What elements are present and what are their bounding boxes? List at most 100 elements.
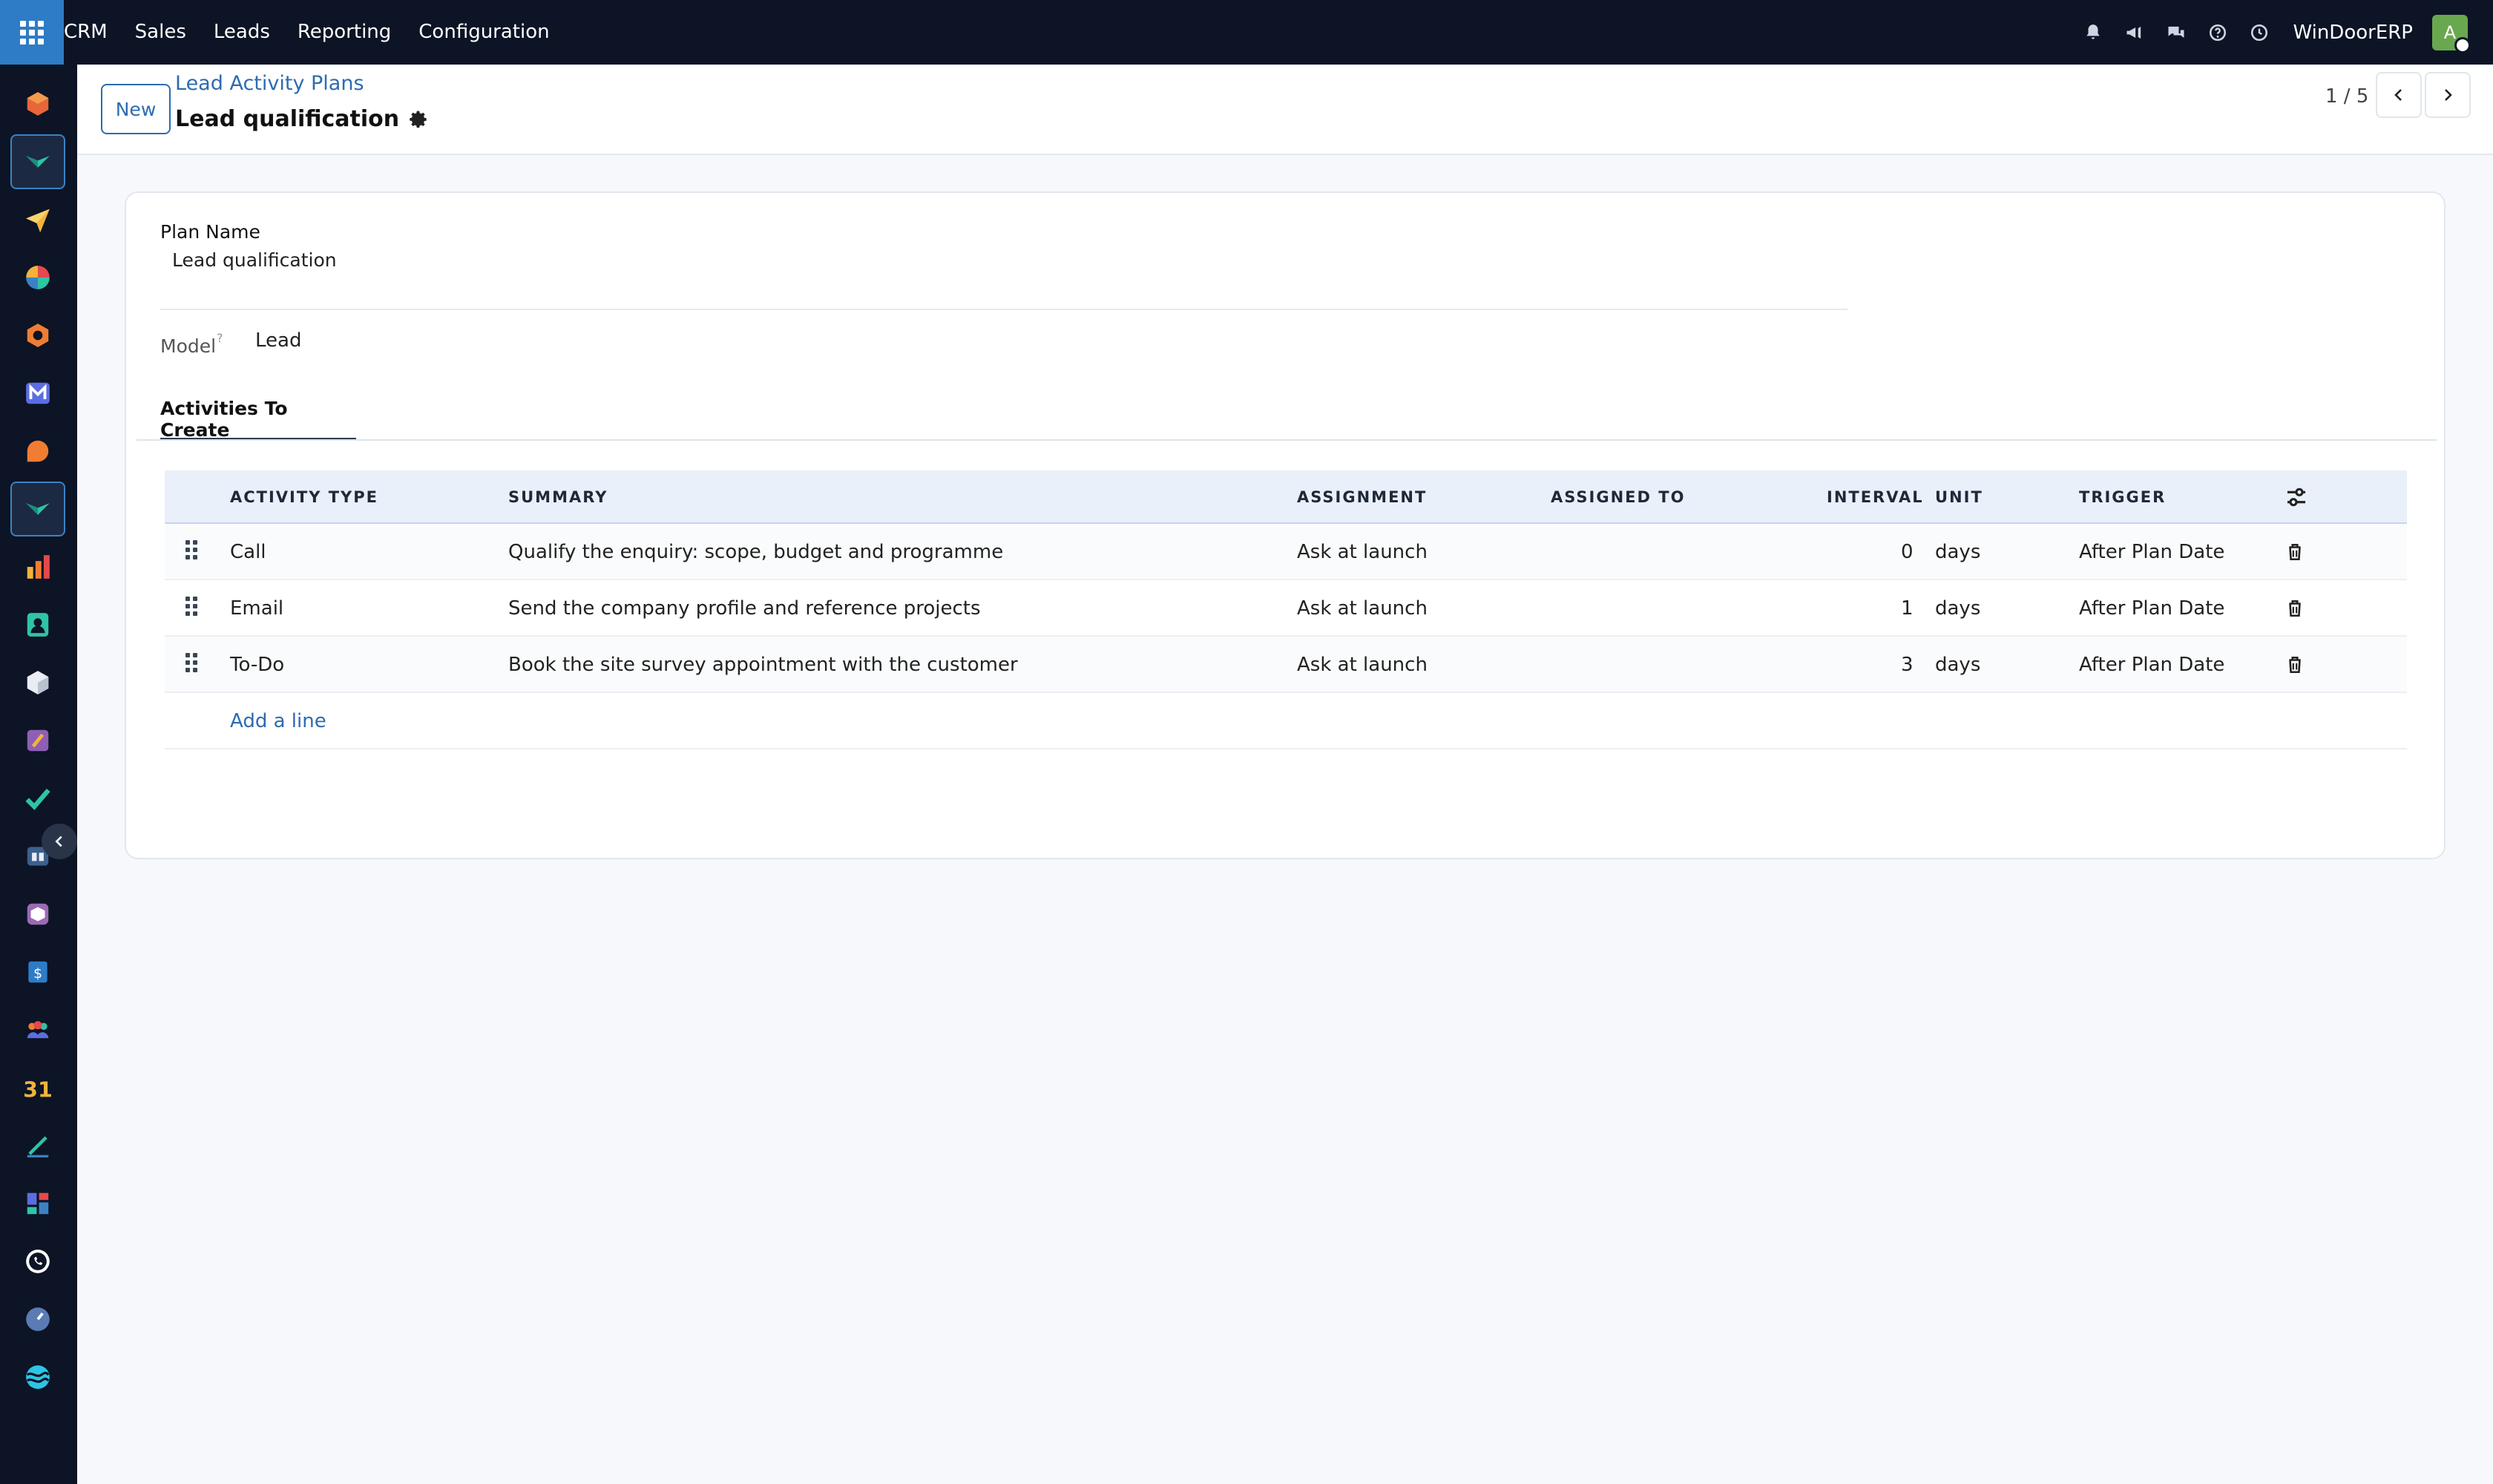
menu-reporting[interactable]: Reporting (298, 0, 391, 65)
new-button[interactable]: New (101, 84, 171, 134)
cell-assignment[interactable]: Ask at launch (1297, 524, 1428, 580)
column-trigger[interactable]: TRIGGER (2079, 470, 2166, 524)
sidebar-app-send[interactable] (10, 192, 65, 247)
drag-handle-icon[interactable] (185, 653, 197, 675)
company-switcher[interactable]: WinDoorERP (2293, 22, 2413, 44)
cell-unit[interactable]: days (1935, 524, 1980, 580)
chevron-left-icon (2394, 89, 2402, 101)
avatar-initial: A (2443, 22, 2457, 43)
column-unit[interactable]: UNIT (1935, 470, 1983, 524)
sidebar-app-reports[interactable] (10, 539, 65, 594)
cell-assignment[interactable]: Ask at launch (1297, 580, 1428, 637)
model-field[interactable]: Lead (255, 329, 301, 352)
hexagon-icon (27, 92, 49, 116)
model-help-tooltip[interactable]: ? (217, 331, 223, 345)
sidebar-app-settings[interactable] (10, 308, 65, 363)
sidebar-app-employees[interactable] (10, 1002, 65, 1057)
compass-icon (26, 1307, 50, 1331)
column-interval[interactable]: INTERVAL (1827, 470, 1924, 524)
cell-summary[interactable]: Book the site survey appointment with th… (508, 637, 1018, 693)
sidebar-app-pie[interactable] (10, 250, 65, 305)
cell-trigger[interactable]: After Plan Date (2079, 637, 2224, 693)
sidebar-app-whatsapp[interactable] (10, 1234, 65, 1289)
column-activity-type[interactable]: ACTIVITY TYPE (230, 470, 378, 524)
add-line-link[interactable]: Add a line (230, 693, 326, 749)
menu-leads[interactable]: Leads (214, 0, 270, 65)
cell-trigger[interactable]: After Plan Date (2079, 580, 2224, 637)
cell-activity-type[interactable]: Email (230, 580, 283, 637)
drag-handle-icon[interactable] (185, 540, 197, 562)
plan-name-input[interactable]: Lead qualification (172, 249, 337, 271)
sidebar-app-design[interactable] (10, 713, 65, 768)
trash-icon[interactable] (2285, 598, 2305, 619)
cell-interval[interactable]: 1 (1901, 580, 1914, 637)
activities-table: ACTIVITY TYPE SUMMARY ASSIGNMENT ASSIGNE… (165, 470, 2407, 749)
gear-icon[interactable] (410, 110, 429, 129)
sidebar-app-sign[interactable] (10, 1118, 65, 1173)
table-row[interactable]: To-Do Book the site survey appointment w… (165, 637, 2407, 693)
dollar-icon: $ (28, 961, 47, 983)
sidebar-app-dashboards[interactable] (10, 1176, 65, 1231)
drag-handle-icon[interactable] (185, 597, 197, 619)
sidebar-app-tasks[interactable] (10, 771, 65, 826)
clock-icon[interactable] (2248, 22, 2270, 44)
main-menu: CRM Sales Leads Reporting Configuration (64, 0, 577, 65)
sidebar-app-invoicing[interactable]: $ (10, 945, 65, 999)
chat-icon[interactable] (2165, 22, 2187, 44)
app-switcher-button[interactable] (0, 0, 64, 65)
user-avatar[interactable]: A (2432, 14, 2471, 53)
tab-activities-to-create[interactable]: Activities To Create (160, 398, 356, 441)
model-label: Model (160, 335, 217, 357)
control-panel: New Lead Activity Plans Lead qualificati… (77, 65, 2493, 155)
cell-trigger[interactable]: After Plan Date (2079, 524, 2224, 580)
cell-unit[interactable]: days (1935, 580, 1980, 637)
box-icon (27, 903, 49, 925)
menu-brand-crm[interactable]: CRM (64, 0, 108, 65)
gear-hex-icon (27, 324, 49, 347)
sidebar-app-1[interactable] (10, 76, 65, 131)
bell-icon[interactable] (2082, 22, 2104, 44)
sidebar-app-calendar[interactable]: 31 (10, 1060, 65, 1115)
table-row[interactable]: Call Qualify the enquiry: scope, budget … (165, 524, 2407, 580)
pager-next-button[interactable] (2425, 72, 2471, 118)
sidebar-app-crm[interactable] (10, 134, 65, 189)
cell-interval[interactable]: 3 (1901, 637, 1914, 693)
sidebar-app-crm-2[interactable] (10, 482, 65, 536)
cell-activity-type[interactable]: To-Do (230, 637, 284, 693)
sidebar-app-inventory[interactable] (10, 655, 65, 710)
cell-unit[interactable]: days (1935, 637, 1980, 693)
sidebar-app-products[interactable] (10, 887, 65, 942)
megaphone-icon[interactable] (2124, 22, 2146, 44)
sidebar-app-discuss[interactable] (10, 424, 65, 479)
cell-summary[interactable]: Send the company profile and reference p… (508, 580, 981, 637)
pager-previous-button[interactable] (2376, 72, 2422, 118)
menu-configuration[interactable]: Configuration (418, 0, 549, 65)
sidebar-app-timesheets[interactable] (10, 1292, 65, 1347)
trash-icon[interactable] (2285, 654, 2305, 675)
sidebar-app-website[interactable] (10, 1350, 65, 1405)
cell-activity-type[interactable]: Call (230, 524, 266, 580)
trash-icon[interactable] (2285, 542, 2305, 562)
sidebar-app-mail[interactable] (10, 366, 65, 421)
add-line-row: Add a line (165, 693, 2407, 749)
column-options-icon[interactable] (2284, 485, 2309, 509)
crm-icon (26, 156, 50, 168)
table-row[interactable]: Email Send the company profile and refer… (165, 580, 2407, 637)
cell-assignment[interactable]: Ask at launch (1297, 637, 1428, 693)
breadcrumb-link[interactable]: Lead Activity Plans (175, 72, 364, 95)
form-sheet: Plan Name Lead qualification Model ? Lea… (125, 191, 2446, 859)
help-icon[interactable] (2207, 22, 2229, 44)
app-sidebar: $ 31 (0, 65, 77, 1484)
send-icon (26, 209, 50, 233)
menu-sales[interactable]: Sales (135, 0, 186, 65)
sidebar-app-contacts[interactable] (10, 597, 65, 652)
column-summary[interactable]: SUMMARY (508, 470, 608, 524)
column-assignment[interactable]: ASSIGNMENT (1297, 470, 1427, 524)
plan-name-label: Plan Name (160, 221, 260, 243)
pager-value[interactable]: 1 / 5 (2325, 85, 2368, 108)
column-assigned-to[interactable]: ASSIGNED TO (1551, 470, 1685, 524)
cell-summary[interactable]: Qualify the enquiry: scope, budget and p… (508, 524, 1003, 580)
cell-interval[interactable]: 0 (1901, 524, 1914, 580)
pie-icon (26, 266, 50, 289)
sidebar-collapse-button[interactable] (42, 824, 77, 859)
